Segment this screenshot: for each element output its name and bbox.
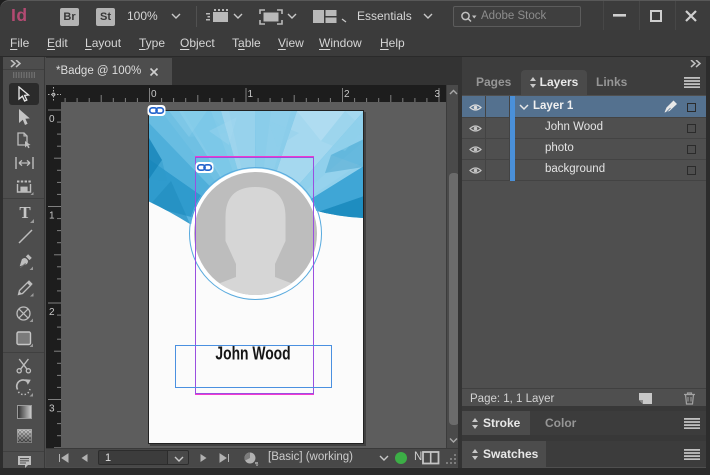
svg-text:0: 0 — [49, 114, 55, 125]
svg-text:John Wood: John Wood — [215, 344, 290, 364]
svg-text:0: 0 — [151, 89, 157, 100]
svg-text:3: 3 — [49, 404, 55, 415]
svg-text:3: 3 — [435, 89, 441, 100]
svg-text:1: 1 — [49, 211, 55, 222]
svg-text:2: 2 — [49, 307, 55, 318]
svg-text:2: 2 — [344, 89, 350, 100]
svg-text:1: 1 — [248, 89, 254, 100]
